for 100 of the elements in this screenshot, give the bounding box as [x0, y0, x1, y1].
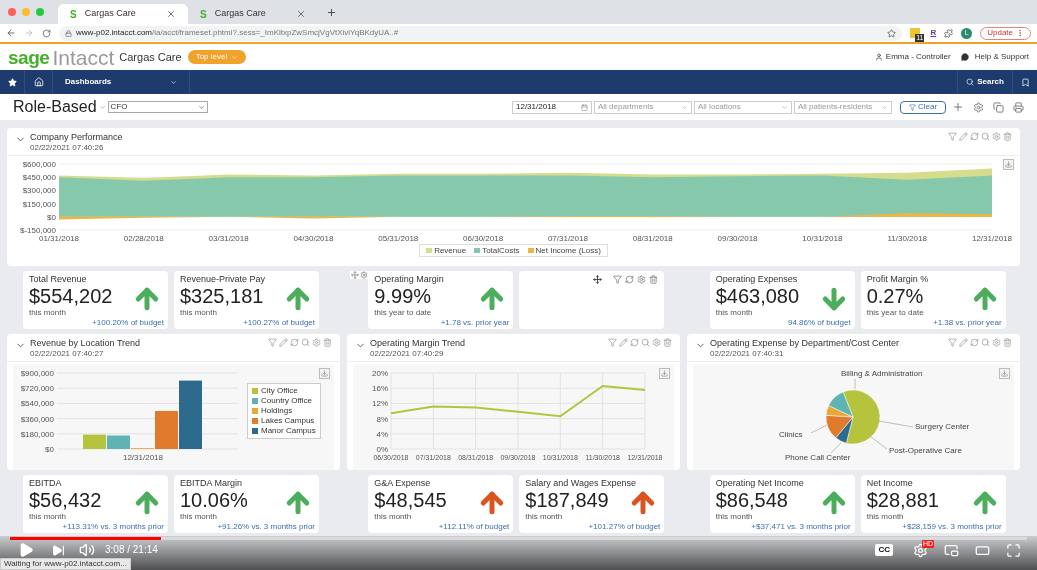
leader-line — [878, 420, 914, 428]
export-icon[interactable] — [1003, 159, 1014, 170]
refresh-icon[interactable] — [970, 338, 979, 347]
favicon: S — [70, 7, 77, 22]
axis-label: $0 — [47, 212, 56, 222]
extension-icon[interactable]: R — [930, 27, 937, 39]
kpi-value: 0.27% — [866, 285, 925, 308]
axis-label: 12/31/2018 — [972, 234, 1012, 243]
date-field[interactable]: 12/31/2018 — [512, 100, 592, 114]
close-icon[interactable] — [296, 9, 306, 19]
legend-label: TotalCosts — [482, 245, 520, 256]
kpi-title: G&A Expense — [374, 478, 432, 489]
refresh-icon[interactable] — [625, 275, 635, 284]
filter-icon[interactable] — [268, 338, 277, 347]
pie-label: Phone Call Center — [785, 453, 851, 462]
kpi-footnote: +$28,159 vs. 3 months prior — [902, 522, 1002, 532]
pie-label: Clinics — [779, 430, 803, 439]
caret-icon — [170, 78, 177, 86]
miniplayer-icon[interactable] — [944, 542, 959, 558]
legend-label: City Office — [261, 386, 298, 396]
play-icon[interactable] — [18, 542, 34, 558]
role-select[interactable]: CFO — [107, 101, 208, 113]
refresh-icon[interactable] — [630, 338, 639, 347]
kpi-title: EBITDA — [29, 478, 63, 489]
filter-icon[interactable] — [608, 338, 617, 347]
close-window-icon[interactable] — [8, 8, 16, 16]
kpi-period: this month — [866, 512, 905, 521]
settings-icon[interactable] — [973, 101, 984, 113]
kpi-footnote: +112.11% of budget — [438, 522, 510, 532]
trash-icon[interactable] — [1003, 132, 1012, 141]
copy-icon[interactable] — [993, 101, 1004, 113]
close-icon[interactable] — [166, 9, 176, 19]
move-icon[interactable] — [593, 275, 603, 284]
trash-icon[interactable] — [323, 338, 332, 347]
kpi-footnote: 94.86% of budget — [787, 318, 851, 328]
legend-label: Holdings — [261, 406, 293, 416]
trash-icon[interactable] — [649, 275, 659, 284]
page-title: Role-Based — [13, 97, 97, 117]
captions-button[interactable]: CC — [875, 544, 893, 556]
edit-icon[interactable] — [619, 338, 628, 347]
search-icon[interactable] — [981, 338, 990, 347]
trash-icon[interactable] — [1003, 338, 1012, 347]
leader-line — [810, 424, 828, 434]
filter-icon[interactable] — [948, 338, 957, 347]
settings-icon[interactable] — [360, 271, 369, 279]
video-time: 3:08 / 21:14 — [105, 544, 158, 556]
refresh-icon[interactable] — [290, 338, 299, 347]
bookmark-star-icon[interactable] — [887, 28, 897, 38]
kpi-footnote: +113.31% vs. 3 months prior — [62, 522, 164, 532]
url-field[interactable]: www-p02.intacct.com/ia/acct/frameset.phtml?.sess=_ImKltxpZwSmcjVgVtXiviYqBKdyUA..# — [59, 25, 903, 41]
axis-label: 4% — [376, 429, 388, 439]
forward-icon[interactable] — [24, 28, 34, 38]
caret-icon — [681, 103, 688, 111]
user-menu[interactable]: Emma - Controller — [885, 51, 951, 63]
home-icon — [33, 77, 44, 87]
legend-label: Manor Campus — [261, 426, 316, 436]
print-icon[interactable] — [1013, 101, 1024, 113]
maximize-window-icon[interactable] — [36, 8, 44, 16]
back-icon[interactable] — [6, 28, 16, 38]
tab-title: Cargas Care — [214, 7, 267, 21]
reload-icon[interactable] — [42, 28, 51, 38]
search-icon[interactable] — [981, 132, 990, 141]
settings-icon[interactable] — [992, 132, 1001, 141]
browser-tab[interactable]: S Cargas Care — [58, 4, 188, 24]
settings-icon[interactable] — [992, 338, 1001, 347]
progress-track[interactable] — [10, 537, 1027, 540]
help-link[interactable]: Help & Support — [974, 51, 1029, 63]
fullscreen-icon[interactable] — [1006, 542, 1021, 558]
panel-timestamp: 02/22/2021 07:40:29 — [370, 349, 445, 359]
minimize-window-icon[interactable] — [22, 8, 30, 16]
filter-icon — [908, 103, 916, 111]
search-icon[interactable] — [301, 338, 310, 347]
kpi-title: Total Revenue — [29, 274, 88, 285]
volume-icon[interactable] — [79, 542, 95, 558]
add-icon[interactable] — [952, 101, 964, 113]
kpi-value: $48,545 — [374, 489, 448, 512]
new-tab-icon[interactable] — [326, 6, 337, 18]
edit-icon[interactable] — [279, 338, 288, 347]
extensions-icon[interactable] — [944, 28, 954, 38]
axis-label: $450,000 — [22, 173, 56, 183]
settings-icon[interactable] — [637, 275, 647, 284]
edit-icon[interactable] — [959, 338, 968, 347]
pie-label: Post-Operative Care — [889, 446, 962, 455]
axis-label: 04/30/2018 — [293, 234, 334, 243]
edit-icon[interactable] — [959, 132, 968, 141]
search-icon[interactable] — [641, 338, 650, 347]
export-icon[interactable] — [659, 368, 670, 379]
axis-label: $0 — [45, 445, 54, 454]
settings-icon[interactable] — [312, 338, 321, 347]
settings-icon[interactable] — [652, 338, 661, 347]
kpi-footnote: +$37,471 vs. 3 months prior — [751, 522, 851, 532]
kpi-value: $463,080 — [715, 285, 801, 308]
filter-icon[interactable] — [948, 132, 957, 141]
trash-icon[interactable] — [663, 338, 672, 347]
refresh-icon[interactable] — [970, 132, 979, 141]
clear-button[interactable]: Clear — [900, 100, 946, 114]
export-icon[interactable] — [999, 368, 1010, 379]
next-icon[interactable] — [52, 543, 65, 557]
export-icon[interactable] — [319, 368, 330, 379]
filter-icon[interactable] — [613, 275, 623, 284]
